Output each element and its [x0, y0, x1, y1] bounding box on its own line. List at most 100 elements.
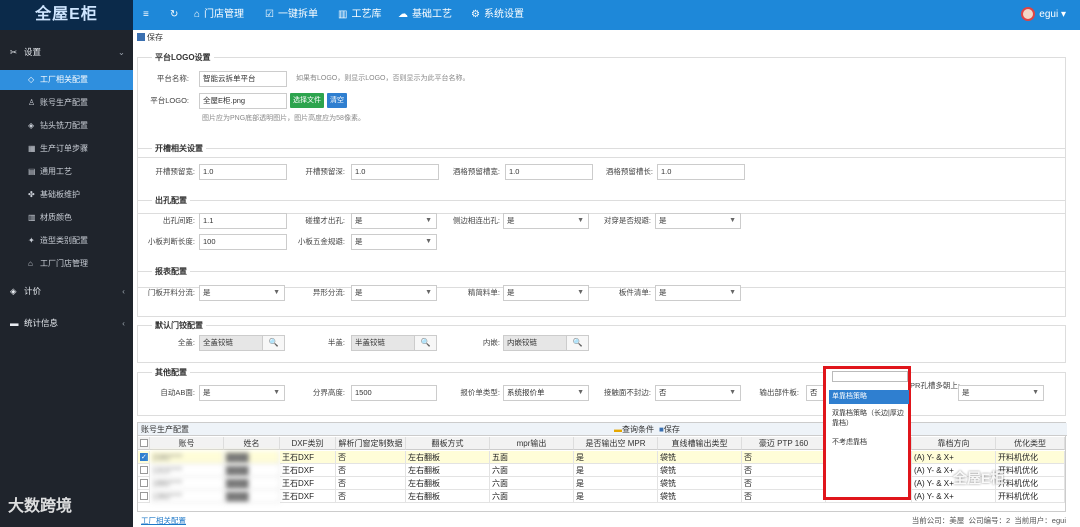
dropdown-option-none[interactable]: 不考虑靠档: [829, 436, 909, 450]
nav-one-click-split[interactable]: ☑ 一键拆单: [265, 0, 318, 30]
wine-slot-length-input[interactable]: 1.0: [657, 164, 745, 180]
column-header[interactable]: 豪迈 PTP 160: [742, 437, 826, 450]
small-board-hardware-select[interactable]: 是 ▼: [351, 234, 437, 250]
hole-spacing-input[interactable]: 1.1: [199, 213, 287, 229]
column-header[interactable]: 是否输出空 MPR: [574, 437, 658, 450]
dropdown-option-double[interactable]: 双靠档策略（长边|厚边 靠档）: [829, 407, 909, 431]
half-cover-input[interactable]: 半盖铰链: [351, 335, 415, 351]
column-header[interactable]: 姓名: [224, 437, 280, 450]
table-cell[interactable]: 1580****: [150, 451, 224, 464]
full-cover-search-icon[interactable]: 🔍: [263, 335, 285, 351]
table-cell[interactable]: 是: [574, 464, 658, 477]
quote-type-select[interactable]: 系统报价单 ▼: [503, 385, 589, 401]
table-cell[interactable]: 袋铣: [658, 477, 742, 490]
user-menu[interactable]: egui ▾: [1021, 0, 1066, 30]
table-cell[interactable]: 开料机优化: [996, 490, 1065, 503]
sidebar-group-pricing[interactable]: ◈ 计价 ‹: [0, 281, 133, 301]
table-cell[interactable]: 否: [336, 490, 406, 503]
table-cell[interactable]: (A) Y- & X+: [912, 451, 996, 464]
column-header[interactable]: 直线槽输出类型: [658, 437, 742, 450]
table-cell[interactable]: 否: [336, 451, 406, 464]
shape-split-select[interactable]: 是 ▼: [351, 285, 437, 301]
table-cell[interactable]: 1360****: [150, 490, 224, 503]
table-cell[interactable]: 左右翻板: [406, 477, 490, 490]
table-cell[interactable]: 六面: [490, 490, 574, 503]
inset-search-icon[interactable]: 🔍: [567, 335, 589, 351]
sidebar-group-statistics[interactable]: ▬ 统计信息 ‹: [0, 313, 133, 333]
table-cell[interactable]: ████: [224, 464, 280, 477]
collision-hole-select[interactable]: 是 ▼: [351, 213, 437, 229]
table-cell[interactable]: 王石DXF: [280, 464, 336, 477]
slot-depth-input[interactable]: 1.0: [351, 164, 439, 180]
sidebar-item-shape-category[interactable]: ✦ 造型类别配置: [0, 231, 133, 251]
sidebar-group-settings[interactable]: ✂ 设置 ⌄: [0, 42, 133, 62]
table-cell[interactable]: 1880****: [150, 477, 224, 490]
table-save-button[interactable]: ■保存: [659, 423, 680, 436]
table-cell[interactable]: 王石DXF: [280, 490, 336, 503]
row-checkbox[interactable]: [140, 479, 148, 487]
column-header[interactable]: 优化类型: [996, 437, 1065, 450]
platform-name-input[interactable]: 智能云拆单平台: [199, 71, 287, 87]
sidebar-item-base-board[interactable]: ✤ 基础板维护: [0, 185, 133, 205]
column-header[interactable]: 靠档方向: [912, 437, 996, 450]
table-cell[interactable]: 是: [574, 477, 658, 490]
through-avoid-select[interactable]: 是 ▼: [655, 213, 741, 229]
table-cell[interactable]: 否: [742, 464, 826, 477]
column-header[interactable]: 解析门窗定制数据: [336, 437, 406, 450]
auto-ab-select[interactable]: 是 ▼: [199, 385, 285, 401]
table-cell[interactable]: 否: [336, 477, 406, 490]
app-logo[interactable]: 全屋E柜: [0, 0, 133, 30]
column-header[interactable]: mpr输出: [490, 437, 574, 450]
table-cell[interactable]: 否: [336, 464, 406, 477]
pr-slot-up-select[interactable]: 是 ▼: [958, 385, 1044, 401]
boundary-height-input[interactable]: 1500: [351, 385, 437, 401]
door-split-select[interactable]: 是 ▼: [199, 285, 285, 301]
nav-basic-process[interactable]: ☁ 基础工艺: [398, 0, 452, 30]
sidebar-item-general-process[interactable]: ▤ 通用工艺: [0, 162, 133, 182]
table-cell[interactable]: 开料机优化: [996, 464, 1065, 477]
table-cell[interactable]: 开料机优化: [996, 477, 1065, 490]
table-cell[interactable]: 六面: [490, 477, 574, 490]
platform-logo-input[interactable]: 全屋E柜.png: [199, 93, 287, 109]
table-cell[interactable]: 王石DXF: [280, 477, 336, 490]
board-list-select[interactable]: 是 ▼: [655, 285, 741, 301]
refresh-icon[interactable]: ↻: [170, 0, 178, 30]
full-cover-input[interactable]: 全盖铰链: [199, 335, 263, 351]
select-all-checkbox[interactable]: [140, 439, 148, 447]
column-header[interactable]: 翻板方式: [406, 437, 490, 450]
table-cell[interactable]: 五面: [490, 451, 574, 464]
sidebar-item-drill-config[interactable]: ◈ 钻头铣刀配置: [0, 116, 133, 136]
table-cell[interactable]: 是: [574, 490, 658, 503]
sidebar-item-material-color[interactable]: ▥ 材质颜色: [0, 208, 133, 228]
dropdown-option-single[interactable]: 单靠档策略: [829, 390, 909, 404]
row-checkbox[interactable]: [140, 492, 148, 500]
table-cell[interactable]: 否: [742, 477, 826, 490]
menu-toggle-icon[interactable]: ≡: [143, 0, 149, 30]
table-cell[interactable]: 否: [742, 490, 826, 503]
table-cell[interactable]: ████: [224, 490, 280, 503]
table-cell[interactable]: 王石DXF: [280, 451, 336, 464]
nav-system-settings[interactable]: ⚙ 系统设置: [471, 0, 524, 30]
table-cell[interactable]: 开料机优化: [996, 451, 1065, 464]
sidebar-item-store-management[interactable]: ⌂ 工厂门店管理: [0, 254, 133, 274]
wine-slot-width-input[interactable]: 1.0: [505, 164, 593, 180]
column-header[interactable]: 账号: [150, 437, 224, 450]
breadcrumb-link[interactable]: 工厂相关配置: [141, 514, 186, 527]
column-header[interactable]: DXF类别: [280, 437, 336, 450]
table-cell[interactable]: (A) Y- & X+: [912, 490, 996, 503]
table-cell[interactable]: 左右翻板: [406, 451, 490, 464]
table-cell[interactable]: 左右翻板: [406, 464, 490, 477]
table-cell[interactable]: 是: [574, 451, 658, 464]
dropdown-search-input[interactable]: [832, 371, 908, 382]
table-cell[interactable]: ████: [224, 451, 280, 464]
query-button[interactable]: ▬查询条件: [614, 423, 654, 436]
table-cell[interactable]: 袋铣: [658, 490, 742, 503]
choose-file-button[interactable]: 选择文件: [290, 93, 324, 108]
small-board-length-input[interactable]: 100: [199, 234, 287, 250]
inset-input[interactable]: 内嵌铰链: [503, 335, 567, 351]
sidebar-item-order-steps[interactable]: ▦ 生产订单步骤: [0, 139, 133, 159]
table-cell[interactable]: 1315****: [150, 464, 224, 477]
table-cell[interactable]: 六面: [490, 464, 574, 477]
sidebar-item-account-config[interactable]: ♙ 账号生产配置: [0, 93, 133, 113]
half-cover-search-icon[interactable]: 🔍: [415, 335, 437, 351]
